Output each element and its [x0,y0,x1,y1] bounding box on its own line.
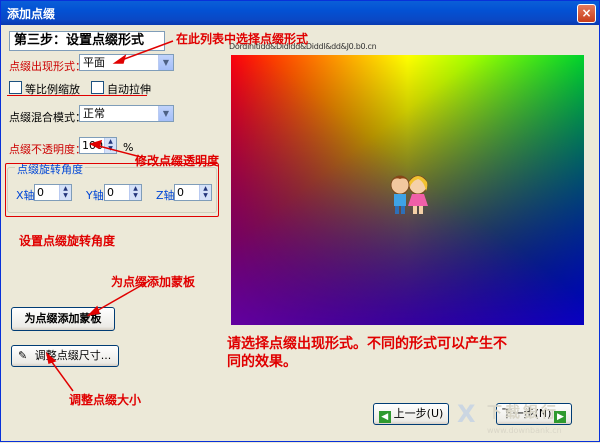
annotation-set-rotation: 设置点缀旋转角度 [19,234,116,248]
annotation-modify-opacity: 修改点缀透明度 [135,154,220,168]
dialog-window: 添加点缀 × 第三步：设置点缀形式 Dordinitidd&Dididd&Did… [0,0,600,442]
annotation-adjust-size: 调整点缀大小 [69,393,142,407]
annotation-add-mask: 为点缀添加蒙板 [111,275,196,289]
annotation-arrows [45,40,174,392]
instruction-line-1: 请选择点缀出现形式。不同的形式可以产生不 [227,336,507,352]
instruction-line-2: 同的效果。 [227,354,297,370]
annotation-select-form: 在此列表中选择点缀形式 [176,32,309,46]
